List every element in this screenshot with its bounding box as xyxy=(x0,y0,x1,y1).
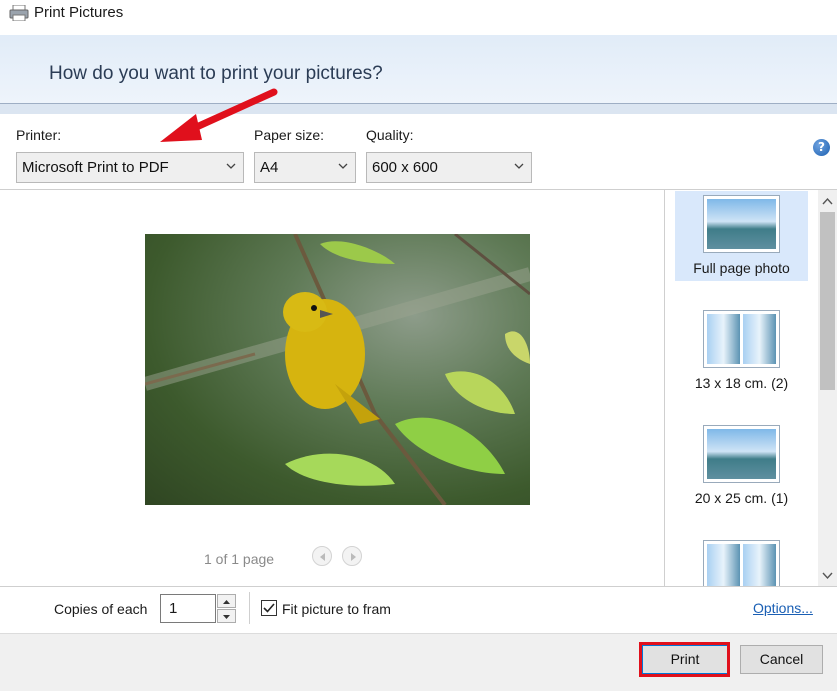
layout-thumbnail xyxy=(703,425,780,483)
help-icon[interactable]: ? xyxy=(813,139,830,156)
quality-value: 600 x 600 xyxy=(372,159,438,176)
layout-item-partial[interactable] xyxy=(675,536,808,586)
paper-size-label: Paper size: xyxy=(254,127,325,143)
layout-item-full-page[interactable]: Full page photo xyxy=(675,191,808,281)
chevron-down-icon xyxy=(338,163,348,169)
fit-picture-label: Fit picture to fram xyxy=(282,601,391,617)
checkmark-icon xyxy=(263,603,275,613)
layout-thumbnail xyxy=(703,310,780,368)
layout-caption: Full page photo xyxy=(693,260,790,276)
layout-caption: 20 x 25 cm. (1) xyxy=(694,490,789,506)
page-question: How do you want to print your pictures? xyxy=(49,63,383,84)
previous-page-button[interactable] xyxy=(312,546,332,566)
scroll-down-icon[interactable] xyxy=(822,570,833,581)
layout-thumbnail xyxy=(703,195,780,253)
preview-area: 1 of 1 page xyxy=(0,190,664,586)
copies-increment[interactable] xyxy=(217,594,236,608)
layout-scrollbar[interactable] xyxy=(818,190,837,586)
spin-down-icon xyxy=(223,615,230,619)
printer-select[interactable]: Microsoft Print to PDF xyxy=(16,152,244,183)
copies-decrement[interactable] xyxy=(217,609,236,623)
layout-item-13x18[interactable]: 13 x 18 cm. (2) xyxy=(675,306,808,396)
layout-caption: 13 x 18 cm. (2) xyxy=(694,375,789,391)
chevron-down-icon xyxy=(514,163,524,169)
printer-value: Microsoft Print to PDF xyxy=(22,159,169,176)
next-page-button[interactable] xyxy=(342,546,362,566)
chevron-down-icon xyxy=(226,163,236,169)
layout-list: Full page photo 13 x 18 cm. (2) 20 x 25 … xyxy=(665,190,818,586)
layout-item-20x25[interactable]: 20 x 25 cm. (1) xyxy=(675,421,808,511)
layout-thumbnail xyxy=(703,540,780,586)
header-shadow xyxy=(0,104,837,114)
arrow-left-icon xyxy=(320,553,325,561)
title-bar: Print Pictures xyxy=(0,0,837,32)
footer: Print Cancel xyxy=(0,633,837,691)
fit-picture-checkbox[interactable] xyxy=(261,600,277,616)
bird-photo xyxy=(145,234,530,505)
printer-label: Printer: xyxy=(16,127,62,143)
printer-icon xyxy=(9,5,29,21)
quality-label: Quality: xyxy=(366,127,414,143)
page-info: 1 of 1 page xyxy=(204,551,275,567)
scroll-up-icon[interactable] xyxy=(822,196,833,207)
scrollbar-thumb[interactable] xyxy=(820,212,835,390)
options-divider xyxy=(249,592,250,624)
copies-input[interactable]: 1 xyxy=(160,594,216,623)
copies-label: Copies of each xyxy=(54,601,148,617)
header-band: How do you want to print your pictures? xyxy=(0,35,837,103)
bottom-divider xyxy=(0,586,837,587)
window-title: Print Pictures xyxy=(34,4,124,21)
paper-size-value: A4 xyxy=(260,159,279,176)
quality-select[interactable]: 600 x 600 xyxy=(366,152,532,183)
spin-up-icon xyxy=(223,600,230,604)
arrow-right-icon xyxy=(351,553,356,561)
cancel-button[interactable]: Cancel xyxy=(740,645,823,674)
print-button-highlight xyxy=(639,642,730,677)
options-link[interactable]: Options... xyxy=(753,600,813,616)
photo-preview xyxy=(145,234,530,505)
paper-size-select[interactable]: A4 xyxy=(254,152,356,183)
